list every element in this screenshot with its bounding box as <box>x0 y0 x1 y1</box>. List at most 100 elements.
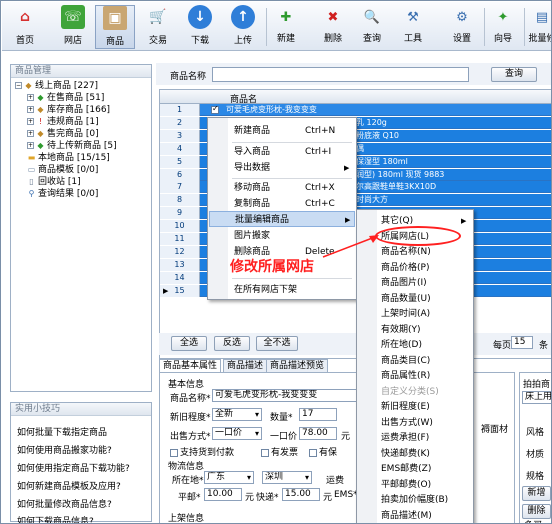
checkbox-icon[interactable] <box>170 448 178 457</box>
submenu-item[interactable]: 所在地(D) <box>357 337 473 353</box>
post-fee-input[interactable]: 10.00 <box>204 488 242 501</box>
checkbox-icon[interactable] <box>309 448 317 457</box>
menu-item-move[interactable]: 移动商品 Ctrl+X <box>208 180 356 196</box>
toolbar-home-button[interactable]: ⌂ 首页 <box>10 5 40 49</box>
menu-item-export[interactable]: 导出数据 ▶ <box>208 160 356 176</box>
submenu-item[interactable]: 商品数量(U) <box>357 291 473 307</box>
toolbar-trade-button[interactable]: 🛒 交易 <box>143 5 173 49</box>
recycle-bin-icon: ▯ <box>29 177 34 186</box>
toolbar-batch-edit-button[interactable]: ▤ 批量修 <box>528 5 551 49</box>
submenu-item-label: 平邮邮费(O) <box>381 479 432 490</box>
submenu-item-label: 商品属性(R) <box>381 371 431 381</box>
toolbar-delete-button[interactable]: ✖ 删除 <box>319 5 347 49</box>
select-all-button[interactable]: 全选 <box>171 336 207 351</box>
toolbar-settings-button[interactable]: ⚙ 设置 <box>448 5 476 49</box>
toolbar-shop-button[interactable]: ☏ 网店 <box>58 5 88 49</box>
home-icon: ⌂ <box>19 9 31 25</box>
per-page-input[interactable]: 15 <box>511 336 533 349</box>
toolbar-new-button[interactable]: ✚ 新建 <box>272 5 300 49</box>
submenu-item[interactable]: 新旧程度(E) <box>357 399 473 415</box>
submenu-item[interactable]: 商品图片(I) <box>357 275 473 291</box>
toolbar-download-button[interactable]: ↓ 下载 <box>185 5 215 49</box>
expand-icon[interactable]: + <box>27 130 34 137</box>
delete-button[interactable]: 删除 <box>522 504 551 519</box>
submenu-item[interactable]: 平邮邮费(O) <box>357 477 473 493</box>
submenu-item[interactable]: 商品价格(P) <box>357 260 473 276</box>
row-checkbox[interactable] <box>211 104 219 114</box>
submenu-item-label: 商品类目(C) <box>381 355 431 366</box>
query-button[interactable]: 查询 <box>491 67 537 82</box>
province-select[interactable]: 广东 <box>204 471 254 484</box>
condition-select[interactable]: 全新 <box>212 408 262 421</box>
row-number: 5 <box>160 155 200 168</box>
tree-item-stock[interactable]: + ◆ 库存商品 [166] <box>27 104 110 116</box>
tree-item-on-sale[interactable]: + ◆ 在售商品 [51] <box>27 92 104 104</box>
expand-icon[interactable]: + <box>27 106 34 113</box>
warranty-checkbox[interactable]: 有保 <box>309 445 337 458</box>
tab-description-preview[interactable]: 商品描述预览 <box>266 359 329 373</box>
submenu-item[interactable]: 商品属性(R) <box>357 368 473 384</box>
expand-icon[interactable]: + <box>27 94 34 101</box>
toolbar-wizard-button[interactable]: ✦ 向导 <box>489 5 517 49</box>
expand-icon[interactable]: + <box>27 142 34 149</box>
toolbar-tools-button[interactable]: ⚒ 工具 <box>399 5 427 49</box>
tab-basic-attributes[interactable]: 商品基本属性 <box>159 359 222 373</box>
warning-icon: ! <box>38 117 43 126</box>
tree-item-query-results[interactable]: ⚲ 查询结果 [0/0] <box>27 188 99 200</box>
tree-item-violation[interactable]: +! 违规商品 [1] <box>27 116 99 128</box>
invoice-checkbox[interactable]: 有发票 <box>261 445 298 458</box>
tip-link[interactable]: 如何使用指定商品下载功能? <box>17 461 130 474</box>
annotation-circle <box>375 226 461 246</box>
tree-item-local[interactable]: ▬ 本地商品 [15/15] <box>27 152 110 164</box>
annotation-text: 修改所属网店 <box>230 259 314 275</box>
tip-link[interactable]: 如何下载商品信息? <box>17 514 94 523</box>
invert-selection-button[interactable]: 反选 <box>214 336 250 351</box>
fixed-price-input[interactable]: 78.00 <box>299 427 337 440</box>
menu-item-import[interactable]: 导入商品 Ctrl+I <box>208 144 356 160</box>
collapse-icon[interactable]: − <box>15 82 22 89</box>
express-fee-input[interactable]: 15.00 <box>282 488 320 501</box>
tip-link[interactable]: 如何新建商品模板及应用? <box>17 479 121 492</box>
menu-item-delist-all[interactable]: 在所有网店下架 <box>208 282 356 298</box>
tree-item-sold-out[interactable]: + ◆ 售完商品 [0] <box>27 128 99 140</box>
tip-link[interactable]: 如何使用商品搬家功能? <box>17 443 112 456</box>
submenu-item[interactable]: 快递邮费(K) <box>357 446 473 462</box>
tab-description[interactable]: 商品描述 <box>223 359 268 373</box>
expand-icon[interactable]: + <box>27 118 34 125</box>
tree-item-recycle-bin[interactable]: ▯ 回收站 [1] <box>27 176 80 188</box>
menu-item-new-goods[interactable]: 新建商品 Ctrl+N <box>208 123 356 139</box>
toolbar-upload-button[interactable]: ↑ 上传 <box>228 5 258 49</box>
submenu-item[interactable]: 运费承担(F) <box>357 430 473 446</box>
quantity-input[interactable]: 17 <box>299 408 337 421</box>
toolbar-query-button[interactable]: 🔍 查询 <box>358 5 386 49</box>
current-row-icon: ▶ <box>163 286 169 295</box>
submenu-item[interactable]: EMS邮费(Z) <box>357 461 473 477</box>
cod-checkbox[interactable]: 支持货到付款 <box>170 445 234 458</box>
tree-item-pending-upload[interactable]: + ◆ 待上传新商品 [5] <box>27 140 117 152</box>
location-label: 所在地* <box>172 476 204 486</box>
search-input[interactable] <box>212 67 469 82</box>
add-button[interactable]: 新增 <box>522 486 551 501</box>
menu-item-copy[interactable]: 复制商品 Ctrl+C <box>208 196 356 212</box>
toolbar-goods-button[interactable]: ▣ 商品 <box>95 5 135 49</box>
goods-icon: ◆ <box>37 105 44 114</box>
toolbar-separator <box>484 8 485 46</box>
checkbox-icon[interactable] <box>261 448 269 457</box>
submenu-item[interactable]: 有效期(Y) <box>357 322 473 338</box>
tip-link[interactable]: 如何批量修改商品信息? <box>17 497 112 510</box>
submenu-item[interactable]: 上架时间(A) <box>357 306 473 322</box>
table-row[interactable]: 1 可爱毛虎变形枕-我变变变 <box>160 104 551 116</box>
menu-item-batch-edit[interactable]: 批量编辑商品 ▶ <box>209 211 355 227</box>
category-select[interactable]: 床上用 <box>522 391 551 404</box>
submenu-item[interactable]: 拍卖加价幅度(B) <box>357 492 473 508</box>
submenu-item[interactable]: 商品类目(C) <box>357 353 473 369</box>
tree-item-online[interactable]: − ◆ 线上商品 [227] <box>15 80 98 92</box>
submenu-item[interactable]: 出售方式(W) <box>357 415 473 431</box>
submenu-item[interactable]: 商品描述(M) <box>357 508 473 524</box>
submenu-item[interactable]: 自定义分类(S) <box>357 384 473 400</box>
sale-method-select[interactable]: 一口价 <box>212 427 262 440</box>
city-select[interactable]: 深圳 <box>262 471 312 484</box>
select-none-button[interactable]: 全不选 <box>256 336 298 351</box>
tip-link[interactable]: 如何批量下载指定商品 <box>17 425 107 438</box>
tree-item-templates[interactable]: ▭ 商品模板 [0/0] <box>27 164 99 176</box>
